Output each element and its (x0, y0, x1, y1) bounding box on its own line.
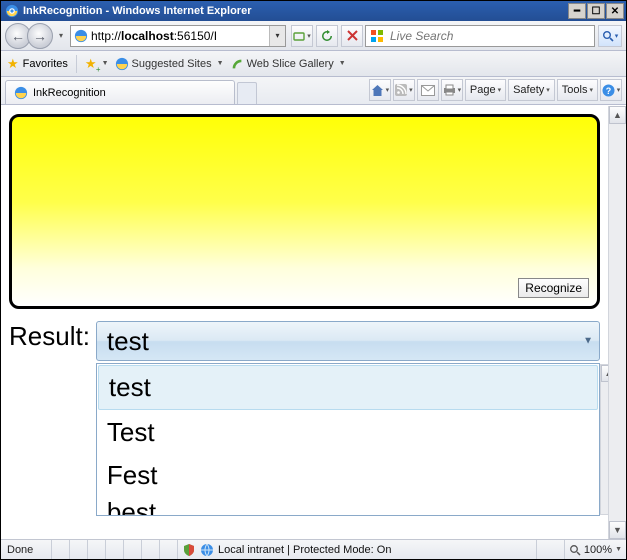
status-bar: Done Local intranet | Protected Mode: On… (1, 539, 626, 559)
search-icon (602, 30, 614, 42)
command-bar: Page Safety Tools ? (368, 76, 626, 104)
result-combobox[interactable]: test ▼ (96, 321, 600, 361)
dropdown-item[interactable]: best (97, 497, 599, 515)
print-button[interactable] (441, 79, 463, 101)
ie-icon (14, 86, 28, 100)
address-history-dropdown[interactable]: ▾ (269, 26, 285, 46)
new-tab-button[interactable] (237, 82, 257, 104)
search-go-button[interactable] (598, 25, 622, 47)
separator (76, 55, 77, 73)
dropdown-item[interactable]: Test (97, 411, 599, 454)
window-titlebar: InkRecognition - Windows Internet Explor… (1, 1, 626, 21)
mail-button[interactable] (417, 79, 439, 101)
favorites-label: Favorites (23, 58, 68, 70)
printer-icon (443, 84, 456, 96)
dropdown-item[interactable]: test (98, 365, 598, 410)
nav-toolbar: ← → ▾ http://localhost:56150/I ▾ (1, 21, 626, 51)
svg-text:?: ? (605, 86, 611, 96)
page-scrollbar[interactable]: ▲ ▼ (608, 106, 626, 539)
page-viewport: Recognize Result: test ▼ test Test Fest … (1, 106, 608, 539)
search-box[interactable] (365, 25, 595, 47)
nav-history-dropdown[interactable]: ▾ (56, 31, 66, 40)
rss-icon (395, 84, 407, 96)
window-buttons: ━ ☐ ✕ (567, 3, 624, 19)
intranet-icon (200, 543, 214, 557)
scroll-track[interactable] (609, 124, 626, 521)
address-text[interactable]: http://localhost:56150/I (91, 29, 269, 43)
safety-menu-label: Safety (513, 84, 544, 96)
minimize-button[interactable]: ━ (568, 3, 586, 19)
page-menu-label: Page (470, 84, 496, 96)
star-icon: ★ (7, 56, 19, 72)
ie-icon (115, 57, 129, 71)
home-icon (371, 84, 384, 97)
help-icon: ? (602, 84, 615, 97)
window-title: InkRecognition - Windows Internet Explor… (23, 5, 567, 17)
search-input[interactable] (388, 27, 594, 45)
compat-icon (293, 30, 305, 42)
scroll-up-button[interactable]: ▲ (601, 365, 608, 382)
ink-canvas[interactable]: Recognize (9, 114, 600, 309)
safety-menu[interactable]: Safety (508, 79, 555, 101)
ie-icon (5, 4, 19, 18)
chevron-down-icon: ▼ (217, 60, 224, 67)
compat-view-button[interactable] (291, 25, 313, 47)
tools-menu[interactable]: Tools (557, 79, 598, 101)
combo-value: test (107, 326, 149, 357)
webslice-icon (230, 57, 244, 71)
tabs-row: InkRecognition Page Safety Tools ? (1, 77, 626, 105)
dropdown-scrollbar[interactable]: ▲ (600, 364, 608, 515)
scroll-down-button[interactable]: ▼ (609, 521, 626, 539)
scroll-up-button[interactable]: ▲ (609, 106, 626, 124)
zoom-control[interactable]: 100% ▼ (564, 540, 626, 559)
status-spacer (51, 540, 177, 559)
favorites-button[interactable]: ★ Favorites (7, 56, 68, 72)
maximize-button[interactable]: ☐ (587, 3, 605, 19)
close-button[interactable]: ✕ (606, 3, 624, 19)
bing-flag-icon (369, 28, 385, 44)
help-button[interactable]: ? (600, 79, 622, 101)
suggested-sites-label: Suggested Sites (132, 58, 212, 70)
zoom-icon (569, 544, 581, 556)
chevron-down-icon: ▼ (102, 60, 109, 67)
page-icon (74, 29, 88, 43)
zone-label: Local intranet | Protected Mode: On (218, 544, 391, 556)
shield-icon (182, 543, 196, 557)
recognize-button[interactable]: Recognize (518, 278, 589, 298)
chevron-down-icon: ▼ (339, 60, 346, 67)
zoom-level: 100% (584, 544, 612, 556)
stop-icon (347, 30, 358, 41)
mail-icon (421, 85, 435, 96)
web-slice-label: Web Slice Gallery (247, 58, 334, 70)
result-label: Result: (9, 321, 90, 352)
tools-menu-label: Tools (562, 84, 588, 96)
web-slice-link[interactable]: Web Slice Gallery ▼ (230, 57, 346, 71)
result-dropdown: test Test Fest best ▲ (96, 363, 600, 516)
tab-title: InkRecognition (33, 87, 106, 99)
add-favorite-button[interactable]: ★+ ▼ (85, 56, 109, 72)
home-button[interactable] (369, 79, 391, 101)
refresh-icon (321, 30, 333, 42)
status-text: Done (1, 540, 51, 559)
tab-inkrecognition[interactable]: InkRecognition (5, 80, 235, 104)
favorites-bar: ★ Favorites ★+ ▼ Suggested Sites ▼ Web S… (1, 51, 626, 77)
refresh-button[interactable] (316, 25, 338, 47)
security-zone[interactable]: Local intranet | Protected Mode: On (177, 540, 395, 559)
dropdown-item[interactable]: Fest (97, 454, 599, 497)
forward-button[interactable]: → (27, 23, 53, 49)
chevron-down-icon: ▼ (583, 336, 593, 347)
stop-button[interactable] (341, 25, 363, 47)
suggested-sites-link[interactable]: Suggested Sites ▼ (115, 57, 224, 71)
status-segment (536, 540, 564, 559)
add-star-icon: ★+ (85, 56, 97, 72)
chevron-down-icon: ▼ (615, 546, 622, 553)
page-menu[interactable]: Page (465, 79, 506, 101)
feeds-button[interactable] (393, 79, 415, 101)
address-bar[interactable]: http://localhost:56150/I ▾ (70, 25, 286, 47)
